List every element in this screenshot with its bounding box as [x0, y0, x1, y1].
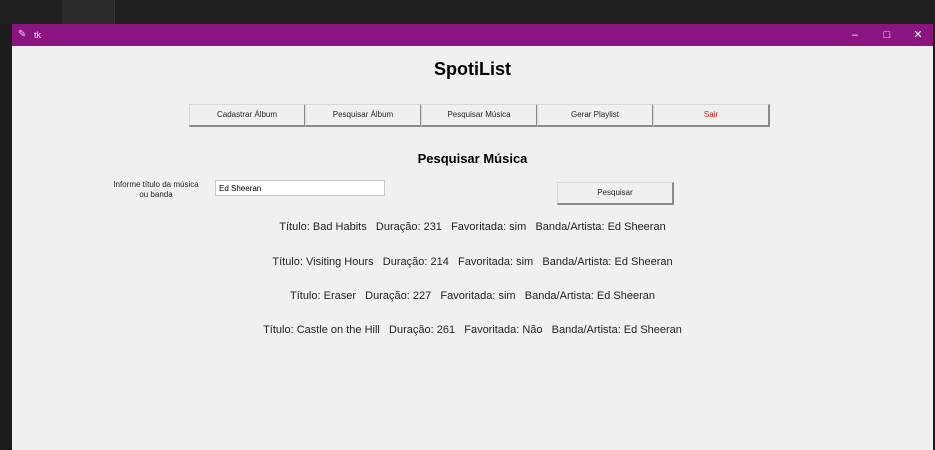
desktop-background-strip — [0, 0, 935, 24]
result-item: Título: Bad Habits Duração: 231 Favorita… — [279, 221, 666, 233]
pesquisar-musica-button[interactable]: Pesquisar Música — [421, 104, 538, 127]
section-heading: Pesquisar Música — [417, 151, 528, 166]
tk-feather-icon: ✎ — [18, 29, 27, 40]
result-item: Título: Eraser Duração: 227 Favoritada: … — [289, 290, 655, 302]
maximize-button[interactable]: □ — [872, 24, 902, 46]
app-heading: SpotiList — [434, 59, 511, 79]
window-titlebar[interactable]: ✎ tk – □ ✕ — [12, 24, 933, 46]
result-item: Título: Visiting Hours Duração: 214 Favo… — [272, 256, 673, 268]
pesquisar-button[interactable]: Pesquisar — [557, 182, 674, 205]
search-label: Informe título da música ou banda — [100, 180, 212, 200]
gerar-playlist-button[interactable]: Gerar Playlist — [537, 104, 654, 127]
desktop-left-edge — [0, 24, 12, 450]
background-tab — [62, 0, 115, 24]
search-input[interactable] — [215, 180, 385, 196]
main-content: SpotiList Cadastrar Álbum Pesquisar Álbu… — [12, 46, 933, 450]
search-label-line2: ou banda — [139, 190, 173, 199]
close-button[interactable]: ✕ — [903, 24, 933, 46]
window-title: tk — [34, 30, 42, 40]
cadastrar-album-button[interactable]: Cadastrar Álbum — [189, 104, 306, 127]
pesquisar-album-button[interactable]: Pesquisar Álbum — [305, 104, 422, 127]
search-label-line1: Informe título da música — [113, 180, 199, 189]
sair-button[interactable]: Sair — [653, 104, 770, 127]
app-window: ✎ tk – □ ✕ SpotiList Cadastrar Álbum Pes… — [12, 24, 933, 450]
minimize-button[interactable]: – — [840, 24, 870, 46]
result-item: Título: Castle on the Hill Duração: 261 … — [263, 324, 682, 336]
